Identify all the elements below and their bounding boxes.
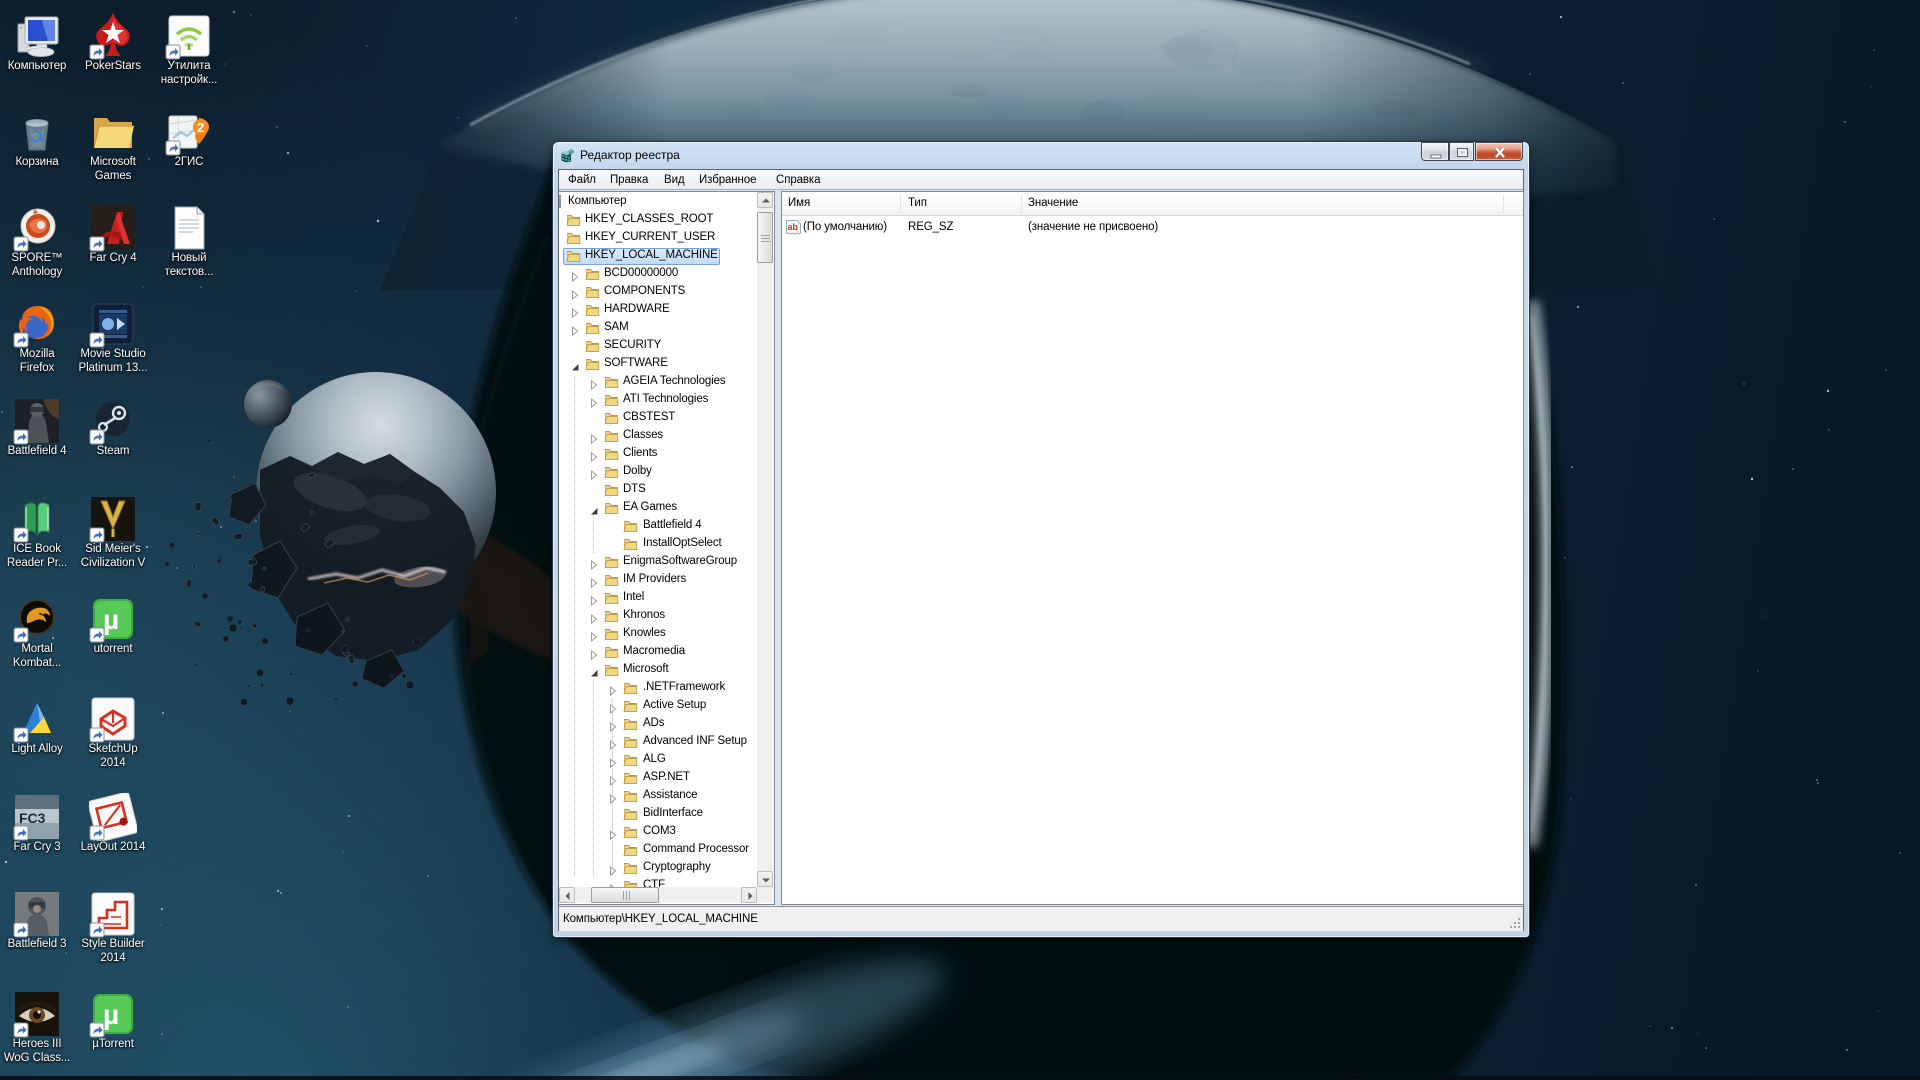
svg-text:µ: µ bbox=[103, 604, 119, 635]
svg-text:FC3: FC3 bbox=[19, 810, 46, 826]
svg-text:2: 2 bbox=[197, 120, 204, 135]
svg-text:ab: ab bbox=[788, 222, 799, 232]
svg-text:µ: µ bbox=[103, 999, 119, 1030]
